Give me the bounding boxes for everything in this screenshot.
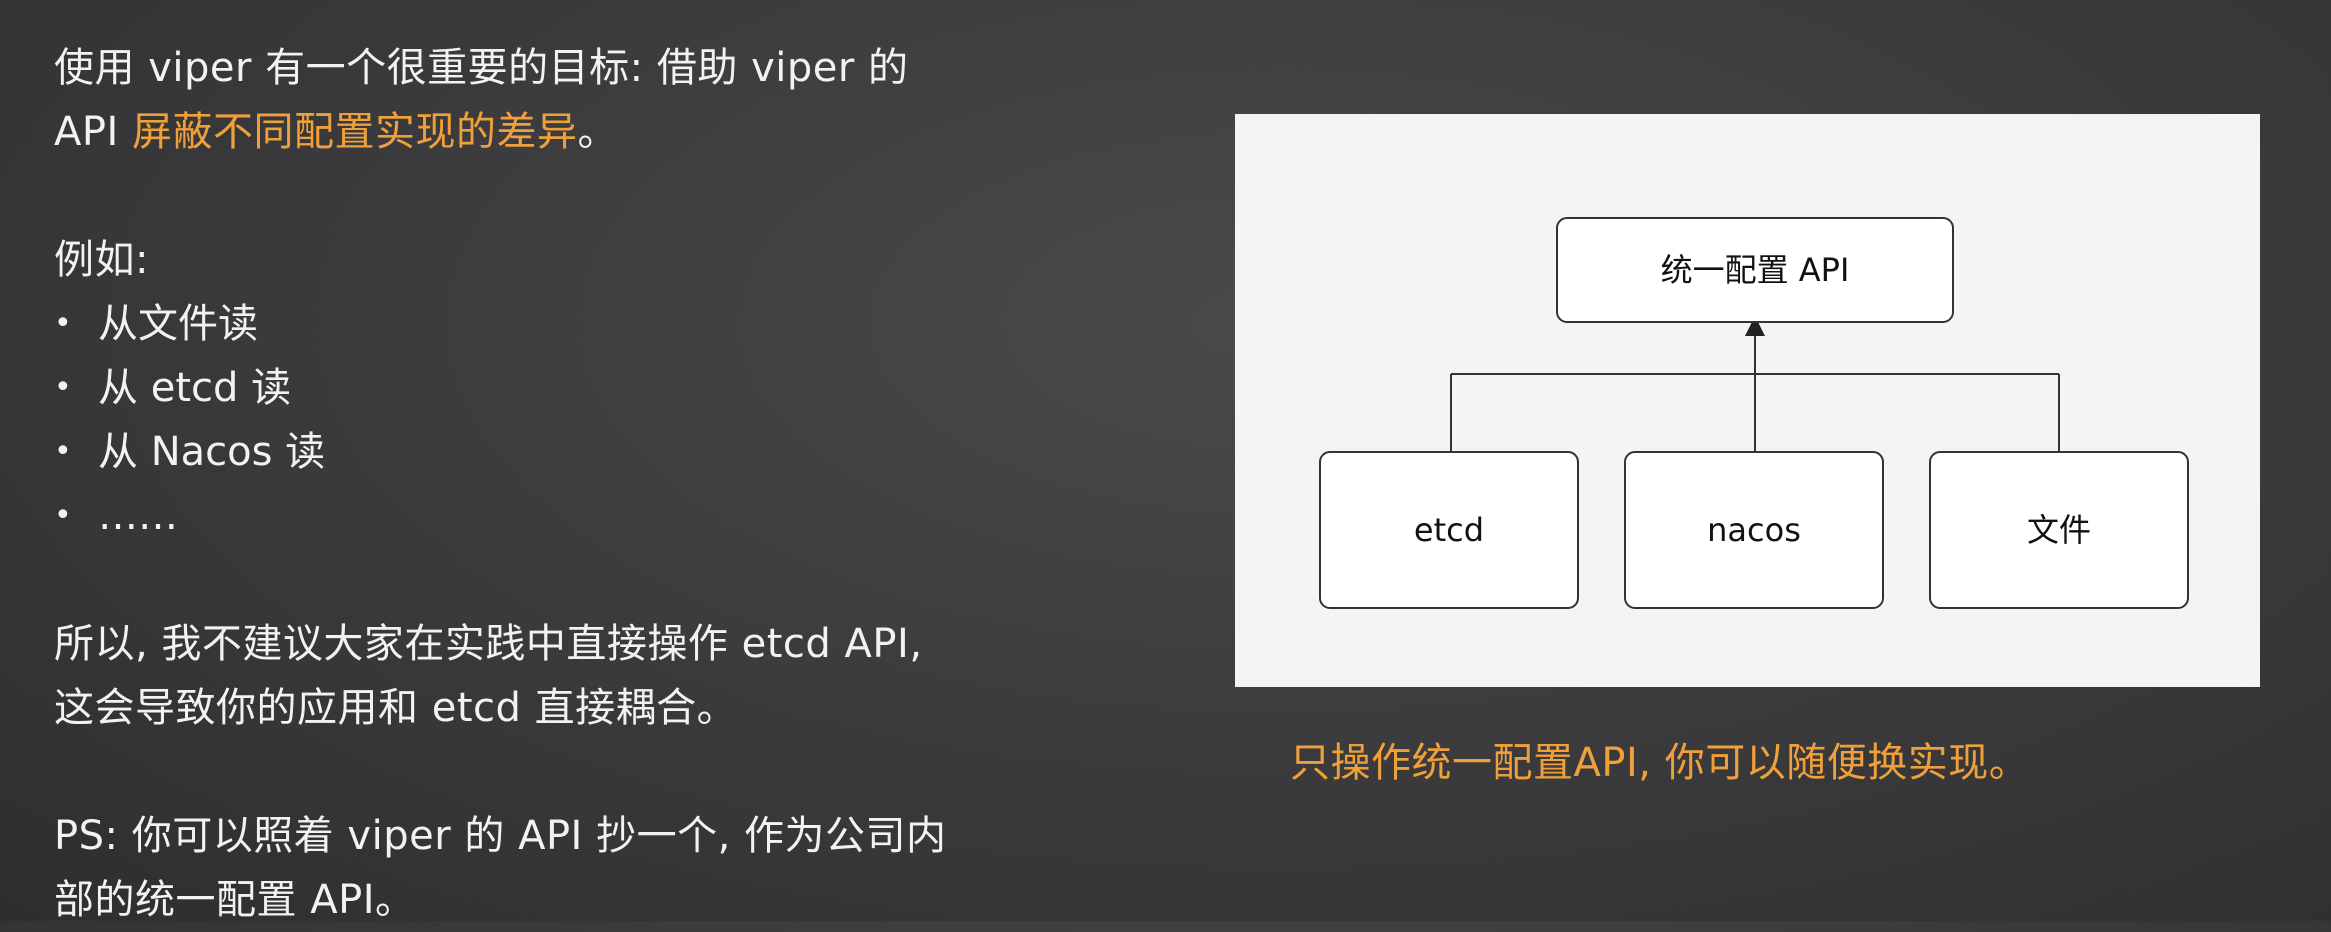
highlight-phrase: 屏蔽不同配置实现的差异 [132, 109, 578, 155]
file-label: 文件 [2027, 511, 2091, 549]
ps-line-1: PS: 你可以照着 viper 的 API 抄一个, 作为公司内 [54, 813, 947, 859]
bullet-icon: • [54, 306, 72, 341]
etcd-label: etcd [1414, 511, 1484, 549]
list-item: • 从文件读 [54, 292, 1054, 356]
bullet-icon: • [54, 370, 72, 405]
architecture-diagram: 统一配置 API etcd nacos 文件 [1235, 114, 2260, 687]
advice-line-2: 这会导致你的应用和 etcd 直接耦合。 [54, 685, 738, 731]
diagram-caption: 只操作统一配置API, 你可以随便换实现。 [1290, 740, 2030, 786]
example-heading: 例如: [54, 237, 149, 283]
list-item: • 从 Nacos 读 [54, 420, 1054, 484]
bullet-icon: • [54, 498, 72, 533]
unified-config-api-box: 统一配置 API [1556, 217, 1954, 323]
connector-lines [1450, 316, 2060, 452]
bullet-icon: • [54, 434, 72, 469]
file-box: 文件 [1929, 451, 2189, 609]
explanation-text: 使用 viper 有一个很重要的目标: 借助 viper 的 API 屏蔽不同配… [54, 36, 1054, 932]
advice-line-1: 所以, 我不建议大家在实践中直接操作 etcd API, [54, 621, 923, 667]
nacos-label: nacos [1707, 511, 1801, 549]
etcd-box: etcd [1319, 451, 1579, 609]
list-item: • 从 etcd 读 [54, 356, 1054, 420]
top-box-label: 统一配置 API [1661, 251, 1850, 289]
list-item: •…… [54, 484, 1054, 548]
ps-line-2: 部的统一配置 API。 [54, 877, 416, 923]
intro-line-2-suffix: 。 [577, 109, 618, 155]
intro-line-2: API 屏蔽不同配置实现的差异。 [54, 100, 1054, 164]
nacos-box: nacos [1624, 451, 1884, 609]
example-list: • 从文件读 • 从 etcd 读 • 从 Nacos 读 •…… [54, 292, 1054, 548]
intro-line-2-prefix: API [54, 109, 132, 155]
intro-line-1: 使用 viper 有一个很重要的目标: 借助 viper 的 [54, 45, 909, 91]
